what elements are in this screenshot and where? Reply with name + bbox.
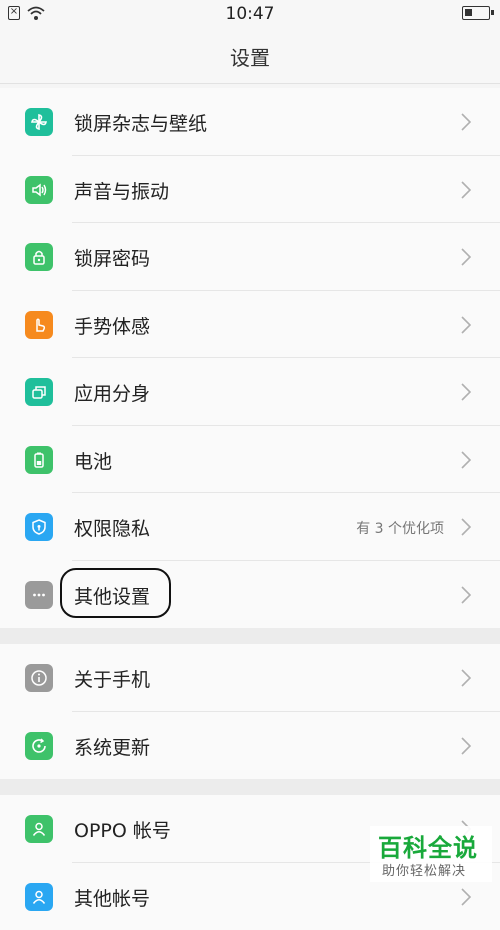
settings-item-battery[interactable]: 电池 — [0, 426, 500, 494]
more-icon — [25, 581, 53, 609]
chevron-right-icon — [460, 382, 472, 402]
chevron-right-icon — [460, 668, 472, 688]
chevron-right-icon — [460, 585, 472, 605]
settings-item-label: 其他帐号 — [74, 884, 150, 911]
chevron-right-icon — [460, 517, 472, 537]
settings-section-main: 锁屏杂志与壁纸 声音与振动 锁屏密码 手势体感 应用分身 — [0, 88, 500, 628]
update-icon — [25, 732, 53, 760]
status-bar: × 10:47 — [0, 0, 500, 28]
settings-item-label: 应用分身 — [74, 379, 150, 406]
settings-item-about-phone[interactable]: 关于手机 — [0, 644, 500, 712]
settings-item-gestures[interactable]: 手势体感 — [0, 291, 500, 359]
chevron-right-icon — [460, 315, 472, 335]
settings-item-label: 权限隐私 — [74, 514, 150, 541]
settings-item-label: 锁屏杂志与壁纸 — [74, 109, 207, 136]
status-time: 10:47 — [0, 4, 500, 24]
chevron-right-icon — [460, 180, 472, 200]
settings-item-label: 系统更新 — [74, 733, 150, 760]
chevron-right-icon — [460, 450, 472, 470]
battery-status-icon — [462, 6, 490, 20]
settings-section-about: 关于手机 系统更新 — [0, 644, 500, 779]
settings-item-label: 关于手机 — [74, 665, 150, 692]
title-bar: 设置 — [0, 28, 500, 84]
watermark-title: 百科全说 — [378, 828, 478, 863]
settings-item-label: 手势体感 — [74, 312, 150, 339]
section-gap — [0, 779, 500, 795]
settings-item-label: 声音与振动 — [74, 177, 169, 204]
chevron-right-icon — [460, 887, 472, 907]
pinwheel-icon — [25, 108, 53, 136]
settings-item-lock-password[interactable]: 锁屏密码 — [0, 223, 500, 291]
chevron-right-icon — [460, 247, 472, 267]
chevron-right-icon — [460, 112, 472, 132]
shield-icon — [25, 513, 53, 541]
settings-item-label: 锁屏密码 — [74, 244, 150, 271]
chevron-right-icon — [460, 736, 472, 756]
account-icon — [25, 883, 53, 911]
optimization-hint: 有 3 个优化项 — [356, 518, 444, 538]
watermark-logo: 百科全说 助你轻松解决 — [370, 826, 492, 882]
settings-item-label: 电池 — [74, 447, 112, 474]
annotation-highlight-circle — [60, 568, 171, 618]
info-icon — [25, 664, 53, 692]
lock-icon — [25, 243, 53, 271]
app-clone-icon — [25, 378, 53, 406]
settings-item-sound-vibration[interactable]: 声音与振动 — [0, 156, 500, 224]
section-gap — [0, 628, 500, 644]
settings-item-label: OPPO 帐号 — [74, 816, 171, 843]
settings-item-lockscreen-magazine[interactable]: 锁屏杂志与壁纸 — [0, 88, 500, 156]
page-title: 设置 — [0, 42, 500, 71]
settings-item-permissions-privacy[interactable]: 权限隐私 有 3 个优化项 — [0, 493, 500, 561]
settings-item-system-update[interactable]: 系统更新 — [0, 712, 500, 780]
hand-icon — [25, 311, 53, 339]
account-icon — [25, 815, 53, 843]
battery-icon — [25, 446, 53, 474]
settings-item-app-clone[interactable]: 应用分身 — [0, 358, 500, 426]
watermark-subtitle: 助你轻松解决 — [382, 860, 466, 879]
speaker-icon — [25, 176, 53, 204]
